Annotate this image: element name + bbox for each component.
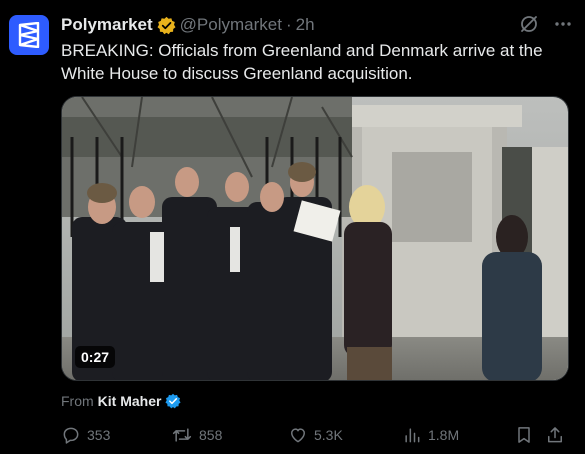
reply-button[interactable]: 353 (61, 425, 110, 445)
video-player[interactable]: 0:27 (61, 96, 569, 381)
tweet-header: Polymarket @Polymarket · 2h (61, 14, 315, 36)
like-count: 5.3K (314, 427, 343, 443)
views-icon (405, 428, 420, 443)
polymarket-logo-avatar[interactable] (9, 15, 49, 55)
tweet[interactable]: Polymarket @Polymarket · 2h BREAKING: Of… (0, 0, 585, 454)
blue-verified-badge-icon[interactable] (165, 393, 182, 409)
tweet-text: BREAKING: Officials from Greenland and D… (61, 41, 543, 83)
video-attribution: From Kit Maher (61, 392, 182, 410)
like-button[interactable]: 5.3K (288, 425, 343, 445)
polymarket-logo-icon (18, 22, 40, 48)
video-duration: 0:27 (75, 346, 116, 368)
repost-count: 858 (199, 427, 223, 443)
reply-count: 353 (87, 427, 111, 443)
timestamp[interactable]: 2h (296, 14, 315, 36)
header-actions (519, 14, 573, 34)
gold-verified-badge-icon[interactable] (157, 16, 176, 35)
more-icon[interactable] (553, 14, 573, 34)
attribution-author[interactable]: Kit Maher (98, 392, 162, 410)
tweet-actions: 353 858 5.3K 1.8M (61, 425, 573, 447)
share-icon (548, 427, 562, 443)
repost-button[interactable]: 858 (171, 425, 222, 445)
reply-icon (63, 427, 79, 444)
bookmark-button[interactable] (514, 425, 534, 445)
grok-icon[interactable] (519, 14, 539, 34)
like-icon (291, 428, 305, 443)
display-name[interactable]: Polymarket (61, 14, 153, 36)
bookmark-icon (518, 427, 530, 443)
attribution-from-label: From (61, 393, 94, 409)
separator-dot: · (285, 15, 292, 34)
user-handle[interactable]: @Polymarket (180, 14, 282, 36)
share-button[interactable] (545, 425, 565, 445)
repost-icon (172, 428, 192, 442)
view-count: 1.8M (428, 427, 460, 443)
views-button[interactable]: 1.8M (402, 425, 459, 445)
video-thumbnail (62, 97, 568, 380)
